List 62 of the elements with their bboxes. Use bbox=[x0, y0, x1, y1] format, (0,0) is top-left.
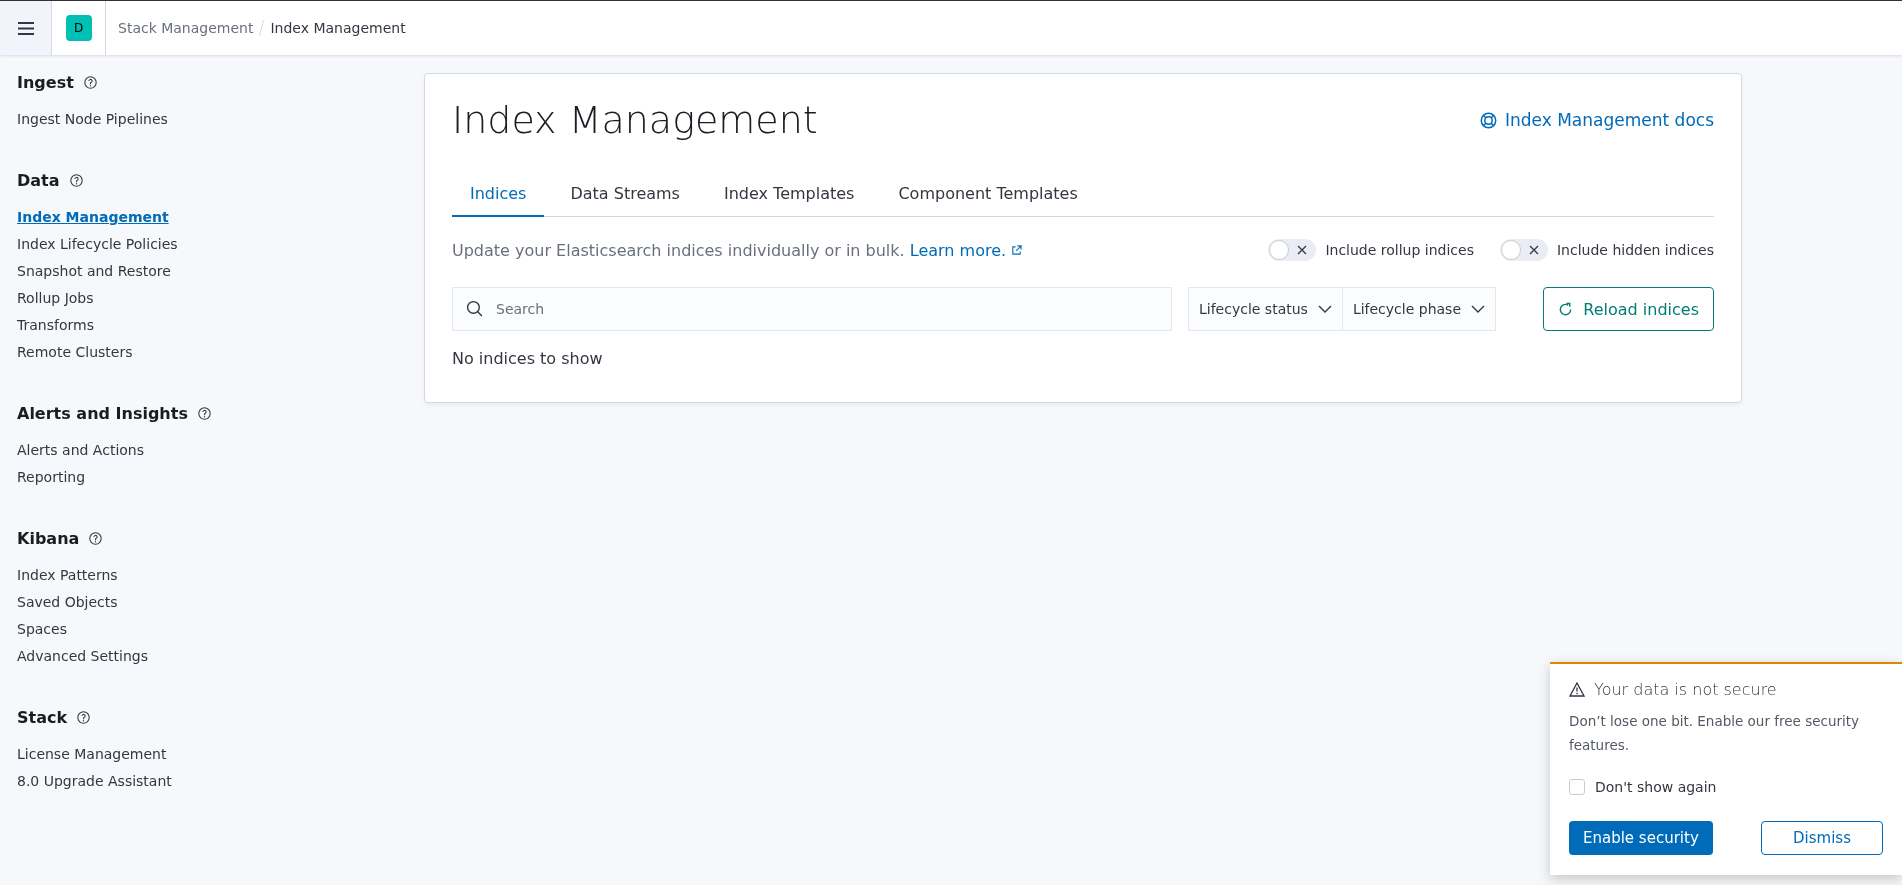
lifebuoy-icon bbox=[1480, 111, 1497, 129]
toggle-switch[interactable] bbox=[1499, 239, 1548, 261]
sidebar-item[interactable]: Saved Objects bbox=[17, 589, 118, 616]
enable-security-button[interactable]: Enable security bbox=[1569, 821, 1713, 855]
checkbox-label: Don't show again bbox=[1595, 779, 1717, 795]
menu-icon bbox=[17, 21, 34, 35]
space-avatar[interactable]: D bbox=[65, 15, 92, 41]
filter-dropdown[interactable]: Lifecycle phase bbox=[1342, 288, 1495, 330]
tab[interactable]: Indices bbox=[452, 174, 545, 217]
menu-button[interactable] bbox=[0, 1, 52, 55]
section-title: Ingest bbox=[17, 73, 74, 92]
external-link-icon bbox=[1011, 244, 1023, 256]
sidebar-item[interactable]: Spaces bbox=[17, 616, 67, 643]
switch-label: Include hidden indices bbox=[1556, 242, 1714, 258]
learn-more-link[interactable]: Learn more. bbox=[909, 240, 1023, 260]
section-title: Stack bbox=[17, 708, 68, 727]
refresh-icon bbox=[1558, 301, 1574, 317]
reload-button[interactable]: Reload indices bbox=[1543, 287, 1714, 331]
help-icon[interactable] bbox=[89, 532, 103, 545]
section-title: Kibana bbox=[17, 529, 80, 548]
breadcrumb[interactable]: Stack Management bbox=[118, 20, 254, 36]
filter-dropdown[interactable]: Lifecycle status bbox=[1189, 288, 1343, 330]
sidebar-item[interactable]: Index Management bbox=[17, 204, 169, 231]
section-title: Alerts and Insights bbox=[17, 404, 188, 423]
sidebar-item[interactable]: Remote Clusters bbox=[17, 339, 133, 366]
help-icon[interactable] bbox=[83, 76, 97, 89]
toggle-switch[interactable] bbox=[1268, 239, 1317, 261]
chevron-down-icon bbox=[1317, 305, 1332, 313]
docs-link[interactable]: Index Management docs bbox=[1480, 110, 1714, 130]
help-icon[interactable] bbox=[69, 174, 83, 187]
sidebar-item[interactable]: Transforms bbox=[17, 312, 94, 339]
description: Update your Elasticsearch indices individually or in bulk. Learn more. bbox=[452, 240, 1023, 260]
toast-message: Don’t lose one bit. Enable our free security features. bbox=[1569, 712, 1861, 755]
breadcrumb[interactable]: Index Management bbox=[270, 20, 406, 36]
section-title: Data bbox=[17, 171, 60, 190]
checkbox[interactable] bbox=[1569, 779, 1585, 795]
sidebar-item[interactable]: Advanced Settings bbox=[17, 643, 149, 670]
search-icon bbox=[466, 300, 483, 317]
sidebar-item[interactable]: 8.0 Upgrade Assistant bbox=[17, 768, 172, 795]
sidebar-item[interactable]: Rollup Jobs bbox=[17, 285, 94, 312]
toast-title: Your data is not secure bbox=[1594, 680, 1777, 699]
tab[interactable]: Data Streams bbox=[552, 174, 698, 217]
tab[interactable]: Component Templates bbox=[880, 174, 1096, 217]
close-icon bbox=[1528, 245, 1539, 255]
sidebar-item[interactable]: Snapshot and Restore bbox=[17, 258, 171, 285]
help-icon[interactable] bbox=[197, 407, 211, 420]
close-icon bbox=[1297, 245, 1308, 255]
empty-message: No indices to show bbox=[452, 349, 604, 368]
sidebar-item[interactable]: Index Patterns bbox=[17, 562, 118, 589]
sidebar-item[interactable]: License Management bbox=[17, 741, 167, 768]
sidebar-item[interactable]: Index Lifecycle Policies bbox=[17, 231, 178, 258]
tab[interactable]: Index Templates bbox=[705, 174, 873, 217]
warning-icon bbox=[1569, 682, 1585, 697]
chevron-down-icon bbox=[1471, 305, 1485, 313]
sidebar-item[interactable]: Alerts and Actions bbox=[17, 437, 144, 464]
search-field[interactable]: Search bbox=[452, 287, 1172, 331]
page-title: Index Management bbox=[452, 98, 818, 142]
help-icon[interactable] bbox=[77, 711, 91, 724]
sidebar-item[interactable]: Ingest Node Pipelines bbox=[17, 106, 168, 133]
dismiss-button[interactable]: Dismiss bbox=[1761, 821, 1883, 855]
sidebar-item[interactable]: Reporting bbox=[17, 464, 86, 491]
switch-label: Include rollup indices bbox=[1325, 242, 1474, 258]
